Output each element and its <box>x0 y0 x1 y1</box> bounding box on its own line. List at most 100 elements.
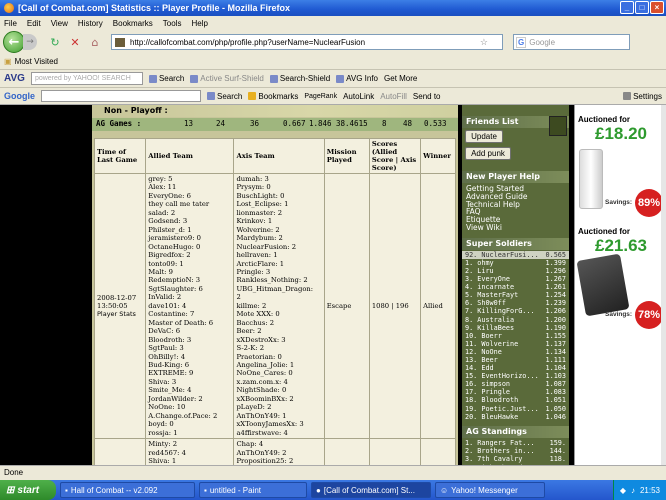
taskbar-item[interactable]: ● [Call of Combat.com] St... <box>311 482 431 498</box>
reload-icon[interactable]: ↻ <box>47 36 63 49</box>
pagerank-indicator[interactable]: PageRank <box>304 93 337 100</box>
avg-logo[interactable]: AVG <box>4 73 25 84</box>
soldier-rank-item[interactable]: 11. Wolverine 1.137 <box>462 340 569 348</box>
wrench-icon <box>623 92 632 100</box>
add-punk-button[interactable]: Add punk <box>465 147 511 160</box>
back-button[interactable]: ← <box>3 31 25 53</box>
rank-value: 1.254 <box>545 291 566 300</box>
soldier-rank-item[interactable]: 10. Boerr 1.155 <box>462 332 569 340</box>
soldier-rank-item[interactable]: 16. simpson 1.087 <box>462 380 569 388</box>
menu-history[interactable]: History <box>78 19 103 28</box>
taskbar-item[interactable]: ☺ Yahoo! Messenger <box>435 482 545 498</box>
soldier-rank-item[interactable]: 19. Poetic.Just... 1.050 <box>462 405 569 413</box>
soldier-rank-item[interactable]: 12. NoOne 1.134 <box>462 348 569 356</box>
menu-bar: File Edit View History Bookmarks Tools H… <box>0 16 666 30</box>
player-entry: a4ffirstwave: 4 <box>236 428 288 437</box>
avg-info-button[interactable]: AVG Info <box>336 74 378 83</box>
yahoo-search-input[interactable]: powered by YAHOO! SEARCH <box>30 72 143 85</box>
get-more-button[interactable]: Get More <box>384 74 417 83</box>
soldier-rank-item[interactable]: 15. EventHorizo... 1.103 <box>462 372 569 380</box>
auction-ad[interactable]: Auctioned for £18.20 Savings: 89% <box>575 115 666 223</box>
minimize-button[interactable]: _ <box>620 1 634 14</box>
soldier-rank-item[interactable]: 92. NuclearFusi... 0.565 <box>462 250 569 259</box>
taskbar-item[interactable]: ▪ Hall of Combat -- v2.092 <box>60 482 195 498</box>
soldier-rank-item[interactable]: 9. KillaBees 1.190 <box>462 324 569 332</box>
avg-search-button[interactable]: Search <box>148 74 184 83</box>
standing-item[interactable]: 3. 7th Cavalry 118. <box>462 455 569 463</box>
google-search-input[interactable] <box>41 90 201 102</box>
stat-value: 38.4615 <box>336 119 368 128</box>
search-box[interactable]: G Google <box>513 34 630 50</box>
standing-item[interactable]: 2. Brothers in... 144. <box>462 447 569 455</box>
active-surf-shield-button[interactable]: Active Surf-Shield <box>190 74 264 83</box>
menu-file[interactable]: File <box>4 19 17 28</box>
stat-value: 0.667 <box>283 119 306 128</box>
soldier-rank-item[interactable]: 18. Bloodroth 1.051 <box>462 396 569 404</box>
soldier-rank-item[interactable]: 20. BleuHawke 1.046 <box>462 413 569 421</box>
soldier-rank-item[interactable]: 5. MasterFayt 1.254 <box>462 291 569 299</box>
menu-tools[interactable]: Tools <box>163 19 182 28</box>
allied-team-cell: grey: 5 Alex: 11 EveryOne: 6 they call me t… <box>145 172 235 440</box>
search-shield-button[interactable]: Search-Shield <box>269 74 330 83</box>
url-bar[interactable]: http://callofcombat.com/php/profile.php?… <box>111 34 503 50</box>
rank-name: 19. Poetic.Just... <box>465 404 539 413</box>
player-entry: Wolverine: 2 <box>236 225 280 234</box>
close-button[interactable]: × <box>650 1 664 14</box>
google-settings-button[interactable]: Settings <box>623 92 662 101</box>
auction-ad[interactable]: Auctioned for £21.63 Savings: 78% <box>575 227 666 329</box>
winner-cell <box>420 438 456 465</box>
soldier-rank-item[interactable]: 13. Beer 1.111 <box>462 356 569 364</box>
home-icon[interactable]: ⌂ <box>87 36 103 49</box>
col-time: Time of Last Game <box>93 138 147 174</box>
menu-bookmarks[interactable]: Bookmarks <box>113 19 153 28</box>
star-icon <box>248 92 257 100</box>
start-button[interactable]: ⊞ start <box>0 480 56 500</box>
rank-value: 1.155 <box>545 331 566 340</box>
soldier-rank-item[interactable]: 14. Edd 1.104 <box>462 364 569 372</box>
scrollbar[interactable] <box>661 105 666 465</box>
maximize-button[interactable]: □ <box>635 1 649 14</box>
forward-button[interactable]: → <box>23 34 37 50</box>
navigation-toolbar: ← → ↻ ✕ ⌂ http://callofcombat.com/php/pr… <box>0 30 666 54</box>
bookmark-star-icon[interactable]: ☆ <box>480 37 488 48</box>
tray-shield-icon[interactable]: ◆ <box>620 486 626 495</box>
google-logo[interactable]: Google <box>4 91 35 101</box>
player-entry: killme: 2 <box>236 301 267 310</box>
menu-help[interactable]: Help <box>191 19 207 28</box>
help-link-view-wiki[interactable]: View Wiki <box>462 224 569 232</box>
soldier-rank-item[interactable]: 8. Australia 1.200 <box>462 316 569 324</box>
menu-view[interactable]: View <box>51 19 68 28</box>
rank-name: 92. NuclearFusi... <box>465 250 539 259</box>
player-entry: Beer: 2 <box>236 327 262 336</box>
bookmark-most-visited[interactable]: Most Visited <box>15 57 58 66</box>
firefox-icon <box>4 3 14 13</box>
soldier-rank-item[interactable]: 6. Sh0w0ff 1.239 <box>462 299 569 307</box>
taskbar-item[interactable]: ▪ untitled - Paint <box>199 482 307 498</box>
soldier-rank-item[interactable]: 17. Pringle 1.083 <box>462 388 569 396</box>
super-soldiers-list: 92. NuclearFusi... 0.565 1. ohmy 1.399 2. Li… <box>462 250 569 426</box>
player-entry: boyd: 0 <box>148 420 174 429</box>
standing-item[interactable]: 1. Rangers Fat... 159. <box>462 439 569 447</box>
score-cell: 1080 | 196 <box>368 172 422 440</box>
menu-edit[interactable]: Edit <box>27 19 41 28</box>
player-stats-link[interactable]: Player Stats <box>97 310 143 318</box>
soldier-rank-item[interactable]: 7. KillingForG... 1.206 <box>462 307 569 315</box>
google-search-engine-icon[interactable]: G <box>516 36 527 48</box>
autolink-button[interactable]: AutoLink <box>343 92 374 101</box>
send-to-button[interactable]: Send to <box>413 92 441 101</box>
player-entry: Bloodroth: 3 <box>148 335 192 344</box>
soldier-rank-item[interactable]: 3. EveryOne 1.267 <box>462 275 569 283</box>
url-text: http://callofcombat.com/php/profile.php?… <box>130 37 366 47</box>
update-button[interactable]: Update <box>465 130 503 143</box>
stop-icon[interactable]: ✕ <box>67 36 83 49</box>
google-search-button[interactable]: Search <box>207 92 242 101</box>
player-entry: AnThOnY49: 2 <box>236 448 287 457</box>
soldier-rank-item[interactable]: 4. incarnate 1.261 <box>462 283 569 291</box>
autofill-button[interactable]: AutoFill <box>380 92 407 101</box>
google-bookmarks-button[interactable]: Bookmarks <box>248 92 298 101</box>
rank-name: 15. EventHorizo... <box>465 372 539 381</box>
soldier-rank-item[interactable]: 2. Liru 1.296 <box>462 267 569 275</box>
rank-name: 8. Australia <box>465 315 515 324</box>
tray-volume-icon[interactable]: ♪ <box>631 486 635 495</box>
soldier-rank-item[interactable]: 1. ohmy 1.399 <box>462 259 569 267</box>
